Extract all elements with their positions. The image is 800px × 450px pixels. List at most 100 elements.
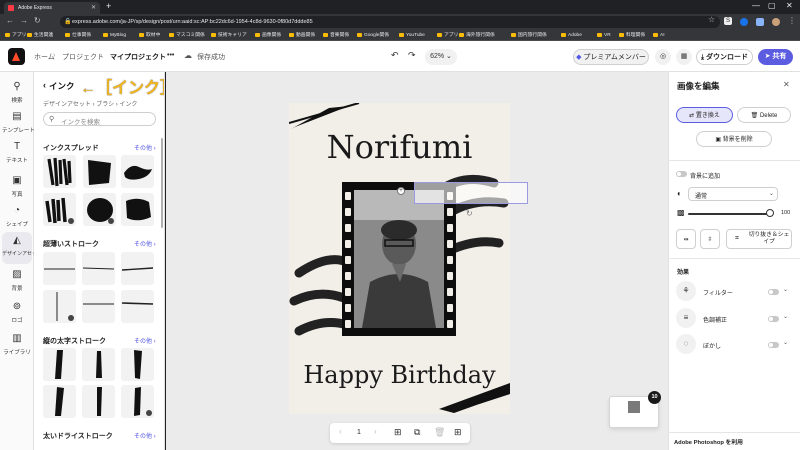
delete-page-icon[interactable]: 🗑	[434, 427, 445, 438]
ink-asset-thumb[interactable]	[43, 193, 76, 226]
adjust-toggle[interactable]	[768, 316, 779, 322]
see-more-link[interactable]: その他 ›	[134, 431, 156, 440]
ink-asset-thumb[interactable]	[43, 155, 76, 188]
blur-toggle[interactable]	[768, 342, 779, 348]
maximize-icon[interactable]: ▢	[768, 1, 776, 10]
zoom-select[interactable]: 62% ⌄	[425, 49, 457, 65]
chevron-down-icon[interactable]: ⌄	[783, 339, 788, 346]
bookmark-star-icon[interactable]: ☆	[708, 15, 715, 24]
rotate-handle-icon[interactable]: ↻	[466, 209, 473, 218]
ink-asset-thumb[interactable]	[83, 155, 116, 188]
opacity-slider[interactable]	[688, 213, 770, 215]
bookmark-item[interactable]: Adobe	[560, 30, 582, 41]
back-chevron-icon[interactable]: ‹	[43, 80, 46, 90]
bookmark-item[interactable]: 動画関係	[288, 30, 315, 41]
add-handle-icon[interactable]: +	[397, 187, 405, 195]
redo-icon[interactable]: ↷	[408, 50, 416, 61]
page-number[interactable]: 1	[357, 429, 361, 436]
add-page-icon[interactable]: ⊞	[394, 427, 402, 438]
rail-item-photo[interactable]: ▣ 写真	[2, 172, 32, 202]
bookmark-item[interactable]: VR	[596, 30, 611, 41]
stroke-asset-thumb[interactable]	[121, 290, 154, 323]
breadcrumb-my-project[interactable]: マイプロジェクト	[110, 52, 166, 62]
download-button[interactable]: ⤓ ダウンロード	[696, 49, 753, 65]
extension-blue-icon[interactable]	[740, 18, 748, 26]
bold-stroke-thumb[interactable]	[121, 348, 154, 381]
reload-icon[interactable]: ↻	[34, 16, 41, 25]
chevron-down-icon[interactable]: ⌄	[783, 286, 788, 293]
flip-horizontal-icon[interactable]: ⇹	[676, 229, 696, 249]
bookmark-item[interactable]: MyBlog	[102, 30, 126, 41]
rail-item-background[interactable]: ▨ 背景	[2, 266, 32, 296]
bold-stroke-thumb[interactable]	[43, 385, 76, 418]
rail-item-template[interactable]: ▤ テンプレート	[2, 108, 35, 138]
replace-button[interactable]: ⇄ 置き換え	[676, 107, 733, 123]
adjust-label[interactable]: 色調補正	[703, 315, 727, 324]
grid-view-icon[interactable]: ⊞	[454, 427, 462, 438]
bookmark-item[interactable]: アプリ	[4, 30, 26, 41]
rail-item-logo[interactable]: ⊚ ロゴ	[2, 298, 32, 328]
bookmark-item[interactable]: 取材中	[138, 30, 160, 41]
panel-title[interactable]: インク	[49, 80, 75, 92]
opacity-slider-handle[interactable]	[766, 209, 774, 217]
panel-scrollbar[interactable]	[161, 138, 163, 228]
filter-label[interactable]: フィルター	[703, 288, 733, 297]
bookmark-item[interactable]: 生活関連	[26, 30, 53, 41]
address-bar[interactable]: 🔒 express.adobe.com/ja-JP/sp/design/post…	[60, 16, 720, 28]
extensions-puzzle-icon[interactable]	[756, 18, 764, 26]
close-tab-icon[interactable]: ✕	[91, 2, 96, 14]
bookmark-item[interactable]: 仕事関係	[64, 30, 91, 41]
see-more-link[interactable]: その他 ›	[134, 239, 156, 248]
chevron-down-icon[interactable]: ⌄	[783, 313, 788, 320]
adobe-express-logo[interactable]	[8, 48, 25, 65]
notification-badge[interactable]: 10	[648, 391, 661, 404]
premium-member-button[interactable]: ◆ プレミアムメンバー	[573, 49, 649, 65]
bookmark-item[interactable]: 音楽関係	[322, 30, 349, 41]
forward-icon[interactable]: →	[20, 16, 28, 25]
rail-item-search[interactable]: ⚲ 検索	[2, 78, 32, 108]
schedule-icon[interactable]: ▦	[676, 49, 692, 65]
ink-search-input[interactable]: ⚲ インクを検索	[43, 112, 156, 126]
duplicate-page-icon[interactable]: ⧉	[414, 427, 420, 438]
close-panel-icon[interactable]: ✕	[783, 80, 790, 89]
more-options-icon[interactable]: •••	[167, 52, 174, 59]
browser-tab[interactable]: Adobe Express ✕	[4, 2, 100, 14]
ink-asset-thumb[interactable]	[121, 155, 154, 188]
stroke-asset-thumb[interactable]	[43, 252, 76, 285]
stroke-asset-thumb[interactable]	[121, 252, 154, 285]
bookmark-item[interactable]: YouTube	[398, 30, 425, 41]
bulb-icon[interactable]: ◎	[655, 49, 671, 65]
rail-item-design-asset[interactable]: ◭ デザインアセット	[2, 232, 42, 264]
bold-stroke-thumb[interactable]	[43, 348, 76, 381]
share-button[interactable]: ➤ 共有	[758, 49, 793, 65]
breadcrumb-home[interactable]: ホーム	[34, 52, 55, 62]
minimize-icon[interactable]: —	[752, 1, 760, 10]
new-tab-icon[interactable]: +	[106, 1, 111, 11]
add-to-background-toggle[interactable]	[676, 171, 687, 177]
bookmark-item[interactable]: 国内旅行関係	[510, 30, 547, 41]
stroke-asset-thumb[interactable]	[82, 290, 115, 323]
photoshop-link[interactable]: Adobe Photoshop を利用	[674, 437, 743, 446]
stroke-asset-thumb[interactable]	[43, 290, 76, 323]
see-more-link[interactable]: その他 ›	[134, 143, 156, 152]
remove-background-button[interactable]: ▣ 背景を削除	[696, 131, 772, 147]
prev-page-icon[interactable]: ‹	[339, 427, 342, 436]
delete-button[interactable]: 🗑 Delete	[737, 107, 791, 123]
crop-shape-button[interactable]: ⌗ 切り抜き＆シェイプ	[726, 229, 792, 249]
bookmark-item[interactable]: AI	[652, 30, 665, 41]
browser-menu-icon[interactable]: ⋮	[788, 16, 796, 25]
ink-asset-thumb[interactable]	[121, 193, 154, 226]
bold-stroke-thumb[interactable]	[82, 348, 115, 381]
bookmark-item[interactable]: アプリ	[436, 30, 458, 41]
flip-vertical-icon[interactable]: ⇳	[700, 229, 720, 249]
stroke-asset-thumb[interactable]	[82, 252, 115, 285]
design-greeting-text[interactable]: Happy Birthday	[289, 361, 510, 389]
bookmark-item[interactable]: 料理関係	[618, 30, 645, 41]
back-icon[interactable]: ←	[6, 16, 14, 25]
profile-avatar-icon[interactable]	[772, 18, 780, 26]
next-page-icon[interactable]: ›	[374, 427, 377, 436]
bold-stroke-thumb[interactable]	[82, 385, 115, 418]
blend-mode-select[interactable]: 通常 ⌄	[688, 187, 778, 201]
blur-label[interactable]: ぼかし	[703, 341, 721, 350]
rail-item-shape[interactable]: ◔ シェイプ	[2, 202, 32, 232]
